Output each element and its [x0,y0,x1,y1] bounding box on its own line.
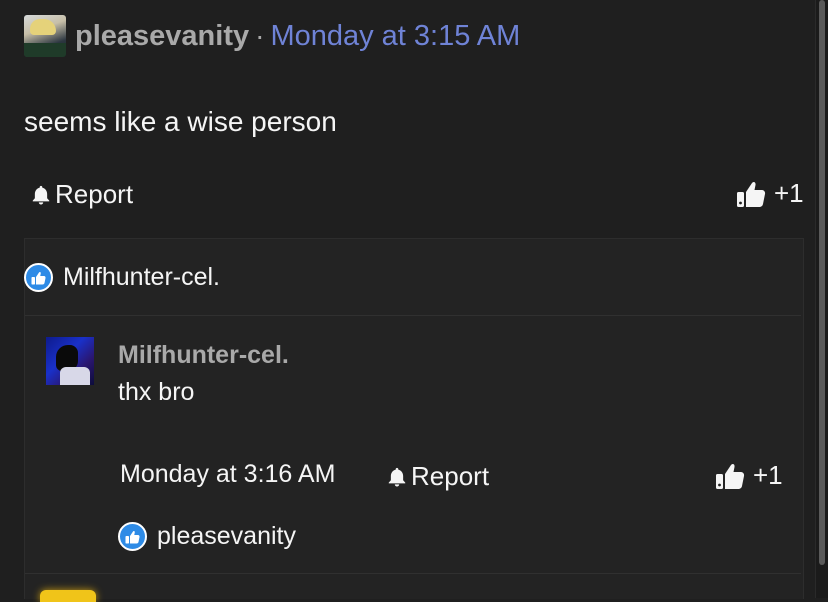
bell-icon [32,185,50,205]
post-timestamp[interactable]: Monday at 3:15 AM [270,20,520,53]
divider [25,573,801,574]
header-separator: · [255,20,265,51]
reply-report-button[interactable]: Report [386,461,489,492]
scrollbar[interactable] [815,0,828,598]
report-button[interactable]: Report [30,179,133,210]
reaction-user[interactable]: Milfhunter-cel. [63,263,220,292]
reply-timestamp[interactable]: Monday at 3:16 AM [120,460,335,489]
thumbs-up-icon [716,463,745,489]
reply-like-button[interactable]: +1 [715,460,783,491]
reply-report-label: Report [411,461,490,491]
report-label: Report [55,179,134,209]
post-header: pleasevanity · Monday at 3:15 AM [24,14,520,58]
scrollbar-thumb[interactable] [819,0,825,565]
thumbs-up-icon [737,181,766,207]
post-body: seems like a wise person [24,106,337,137]
reply-reaction-user[interactable]: pleasevanity [157,522,296,551]
reply-avatar[interactable] [46,337,94,385]
reaction-summary[interactable]: Milfhunter-cel. [24,263,220,292]
like-badge-icon [118,522,147,551]
bell-icon [388,467,406,487]
like-badge-icon [24,263,53,292]
reply-author[interactable]: Milfhunter-cel. [118,341,289,370]
like-count: +1 [774,178,804,208]
avatar[interactable] [24,15,66,57]
reply-like-count: +1 [753,460,783,490]
divider [25,315,801,316]
reply-reaction-summary[interactable]: pleasevanity [118,522,296,551]
next-avatar[interactable] [40,590,96,602]
reply-body: thx bro [118,378,195,406]
post-author[interactable]: pleasevanity [75,20,249,53]
like-button[interactable]: +1 [736,178,804,209]
